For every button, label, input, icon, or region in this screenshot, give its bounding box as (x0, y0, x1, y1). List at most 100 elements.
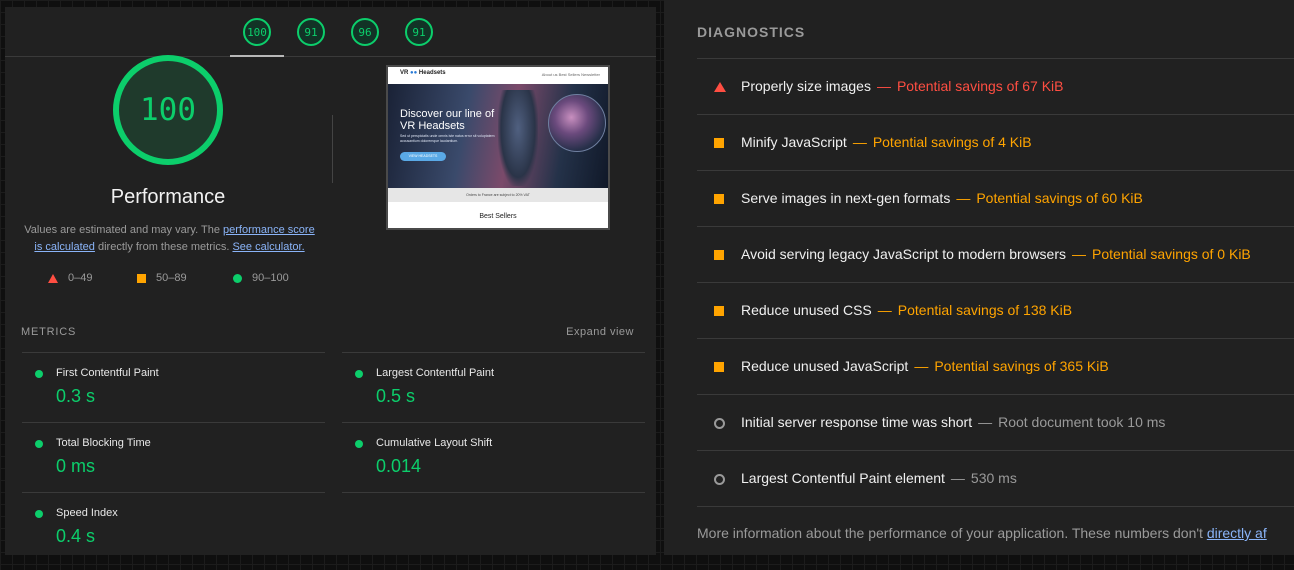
thumb-navbar: VR ●● Headsets About us Best Sellers New… (388, 67, 608, 84)
audit-detail: Potential savings of 0 KiB (1092, 246, 1251, 262)
average-square-icon (714, 194, 724, 204)
info-circle-icon (714, 418, 725, 429)
fail-triangle-icon (714, 82, 726, 92)
diagnostics-footer: More information about the performance o… (697, 525, 1267, 541)
legend-average: 50–89 (137, 272, 187, 284)
diagnostics-heading: DIAGNOSTICS (697, 24, 806, 40)
pass-dot-icon (35, 510, 43, 518)
hero-button: VIEW HEADSETS (400, 152, 446, 161)
audit-row[interactable]: Largest Contentful Paint element — 530 ms (697, 450, 1294, 507)
score-description: Values are estimated and may vary. The p… (22, 222, 317, 256)
thumb-logo: VR ●● Headsets (400, 70, 446, 76)
audit-row[interactable]: Minify JavaScript — Potential savings of 4… (697, 114, 1294, 170)
category-gauge-tabs: 100 91 96 91 (5, 7, 656, 57)
audit-separator: — (876, 78, 891, 94)
audit-separator: — (956, 190, 971, 206)
final-screenshot-thumbnail[interactable]: VR ●● Headsets About us Best Sellers New… (386, 65, 610, 230)
audit-title: Largest Contentful Paint element (741, 470, 945, 486)
audit-row[interactable]: Initial server response time was short — R… (697, 394, 1294, 450)
metric-label: Cumulative Layout Shift (376, 437, 493, 449)
audit-detail: Potential savings of 4 KiB (872, 134, 1032, 150)
audit-title: Initial server response time was short (741, 414, 973, 430)
metric-value: 0 ms (56, 456, 96, 476)
logo-suffix: Headsets (417, 70, 446, 76)
performance-panel: 100 91 96 91 100 Performance Values are … (5, 7, 656, 555)
audit-row[interactable]: Reduce unused CSS — Potential savings of 1… (697, 282, 1294, 338)
audit-detail: 530 ms (970, 470, 1017, 486)
metric-fcp: First Contentful Paint 0.3 s (22, 352, 325, 422)
audit-separator: — (852, 134, 867, 150)
legend-pass-range: 90–100 (252, 272, 289, 284)
legend-average-range: 50–89 (156, 272, 187, 284)
metric-value: 0.014 (376, 456, 422, 476)
metrics-heading: METRICS (21, 326, 77, 338)
legend-fail-range: 0–49 (68, 272, 93, 284)
diagnostics-panel: DIAGNOSTICS Properly size images — Potenti… (664, 0, 1294, 555)
thumb-best-sellers: Best Sellers (479, 213, 517, 220)
footer-link[interactable]: directly af (1207, 525, 1267, 541)
audit-row[interactable]: Avoid serving legacy JavaScript to moder… (697, 226, 1294, 282)
audit-title: Minify JavaScript (741, 134, 847, 150)
triangle-icon (48, 273, 58, 283)
gauge-tab-accessibility[interactable]: 91 (284, 7, 338, 57)
metric-value: 0.4 s (56, 526, 96, 546)
audit-row[interactable]: Reduce unused JavaScript — Potential savin… (697, 338, 1294, 394)
desc-prefix: Values are estimated and may vary. The (24, 224, 223, 236)
pass-dot-icon (35, 370, 43, 378)
gauge-score: 100 (243, 18, 271, 46)
audit-row[interactable]: Properly size images — Potential savings o… (697, 58, 1294, 114)
desc-mid: directly from these metrics. (94, 241, 233, 253)
average-square-icon (714, 362, 724, 372)
expand-view-toggle[interactable]: Expand view (566, 326, 634, 338)
gauge-tab-seo[interactable]: 91 (392, 7, 446, 57)
audit-text: Avoid serving legacy JavaScript to moder… (741, 246, 1251, 262)
thumb-vat-strip: Orders to France are subject to 20% VAT (388, 188, 608, 202)
metric-tbt: Total Blocking Time 0 ms (22, 422, 325, 492)
logo-prefix: VR (400, 70, 411, 76)
audit-separator: — (914, 358, 929, 374)
average-square-icon (714, 138, 724, 148)
circle-icon (233, 273, 242, 283)
audit-separator: — (978, 414, 993, 430)
metric-value: 0.3 s (56, 386, 96, 406)
audit-text: Largest Contentful Paint element — 530 ms (741, 470, 1017, 486)
audit-detail: Potential savings of 67 KiB (896, 78, 1064, 94)
metric-label: First Contentful Paint (56, 367, 159, 379)
audit-row[interactable]: Serve images in next-gen formats — Potenti… (697, 170, 1294, 226)
metric-label: Speed Index (56, 507, 118, 519)
see-calculator-link[interactable]: See calculator. (232, 241, 304, 253)
metric-cls: Cumulative Layout Shift 0.014 (342, 422, 645, 492)
hero-title: Discover our line of VR Headsets (400, 108, 495, 132)
audit-text: Serve images in next-gen formats — Potenti… (741, 190, 1143, 206)
metric-value: 0.5 s (376, 386, 416, 406)
pass-dot-icon (35, 440, 43, 448)
gauge-score: 91 (297, 18, 325, 46)
audit-text: Reduce unused JavaScript — Potential savin… (741, 358, 1109, 374)
divider (342, 492, 645, 493)
footer-text: More information about the performance o… (697, 525, 1207, 541)
gauge-tab-performance[interactable]: 100 (230, 7, 284, 57)
audit-text: Properly size images — Potential savings o… (741, 78, 1063, 94)
average-square-icon (714, 306, 724, 316)
audit-detail: Potential savings of 138 KiB (897, 302, 1073, 318)
audit-title: Avoid serving legacy JavaScript to moder… (741, 246, 1067, 262)
gauge-score: 96 (351, 18, 379, 46)
planet-image (548, 94, 606, 152)
audit-separator: — (877, 302, 892, 318)
legend-fail: 0–49 (48, 272, 92, 284)
audit-detail: Root document took 10 ms (998, 414, 1166, 430)
info-circle-icon (714, 474, 725, 485)
legend-pass: 90–100 (233, 272, 289, 284)
square-icon (137, 273, 146, 283)
audit-separator: — (950, 470, 965, 486)
audit-title: Reduce unused JavaScript (741, 358, 909, 374)
audit-text: Reduce unused CSS — Potential savings of 1… (741, 302, 1072, 318)
audit-title: Properly size images (741, 78, 871, 94)
pass-dot-icon (355, 440, 363, 448)
pass-dot-icon (355, 370, 363, 378)
gauge-tab-best-practices[interactable]: 96 (338, 7, 392, 57)
audit-title: Serve images in next-gen formats (741, 190, 951, 206)
hero-subtitle: Sed ut perspiciatis unde omnis iste natu… (400, 134, 495, 143)
audit-title: Reduce unused CSS (741, 302, 872, 318)
metric-label: Total Blocking Time (56, 437, 151, 449)
